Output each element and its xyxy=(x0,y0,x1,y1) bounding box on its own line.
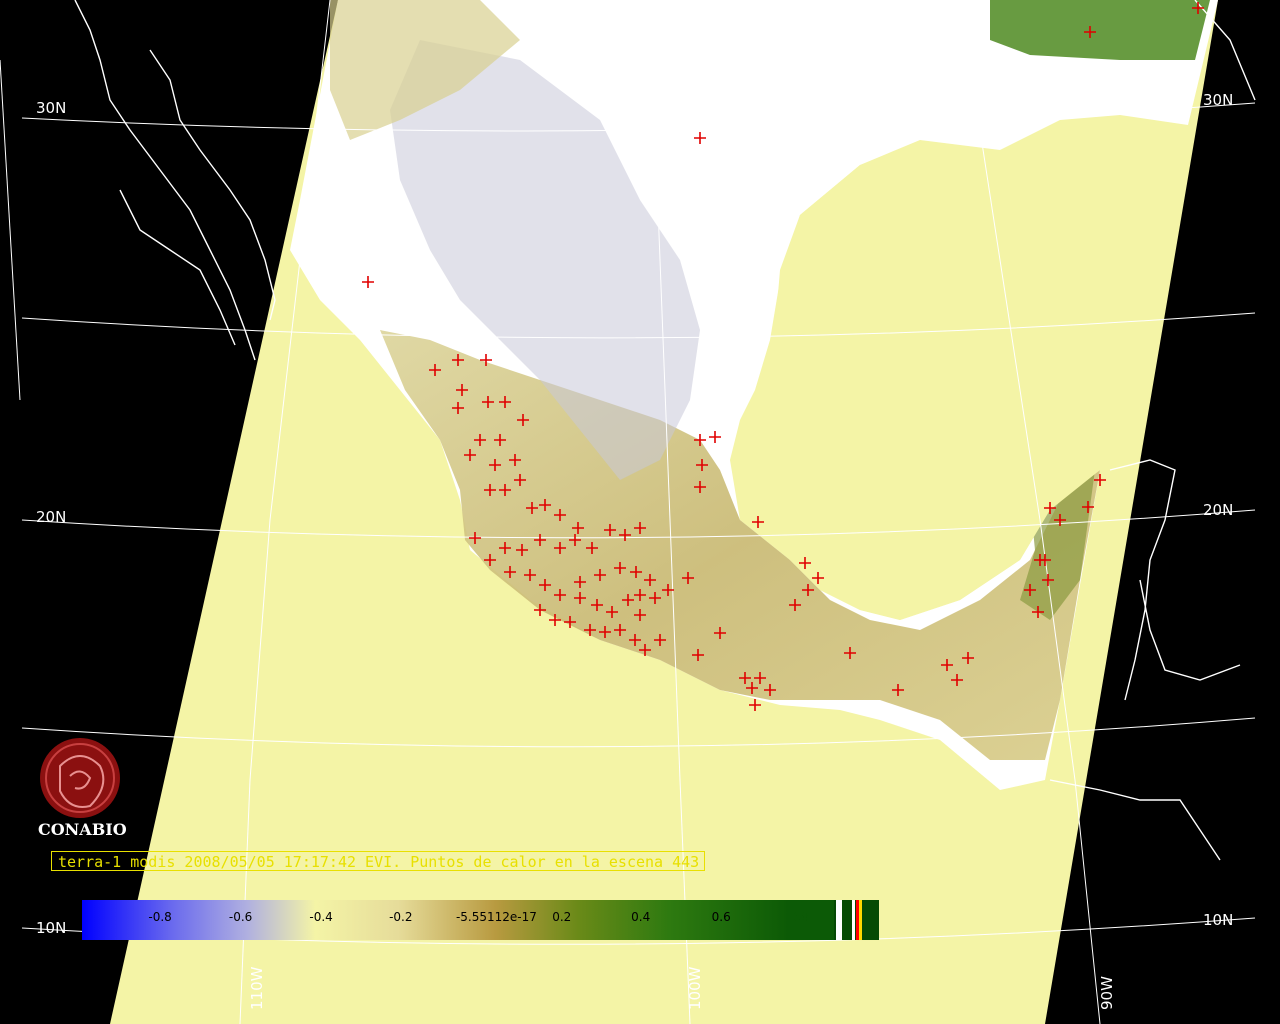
colorbar-label: -0.6 xyxy=(228,910,253,924)
lat-label-20n-right: 20N xyxy=(1203,501,1233,519)
colorbar-label: -5.55112e-17 xyxy=(455,910,537,924)
colorbar-label: 0.6 xyxy=(711,910,731,924)
northeast-green xyxy=(990,0,1210,60)
gridline-120w xyxy=(0,59,21,401)
lon-label-100w: 100W xyxy=(686,966,704,1010)
lat-label-10n-right: 10N xyxy=(1203,911,1233,929)
colorbar-label: -0.2 xyxy=(389,910,413,924)
colorbar-label: 0.2 xyxy=(552,910,572,924)
colorbar-labels: -0.8 -0.6 -0.4 -0.2 -5.55112e-17 0.2 0.4… xyxy=(82,910,879,930)
lon-label-90w: 90W xyxy=(1098,976,1116,1010)
lat-label-30n-right: 30N xyxy=(1203,91,1233,109)
lat-label-10n: 10N xyxy=(36,919,66,937)
colorbar-label: -0.8 xyxy=(148,910,172,924)
logo-text: CONABIO xyxy=(38,820,127,839)
lat-label-20n: 20N xyxy=(36,508,66,526)
colorbar-label: 0.4 xyxy=(631,910,651,924)
lon-label-110w: 110W xyxy=(248,966,266,1010)
colorbar-label: 0.8 xyxy=(789,910,809,924)
colorbar-label: -0.4 xyxy=(309,910,333,924)
scene-caption: terra-1 modis 2008/05/05 17:17:42 EVI. P… xyxy=(51,851,705,871)
lat-label-30n: 30N xyxy=(36,99,66,117)
